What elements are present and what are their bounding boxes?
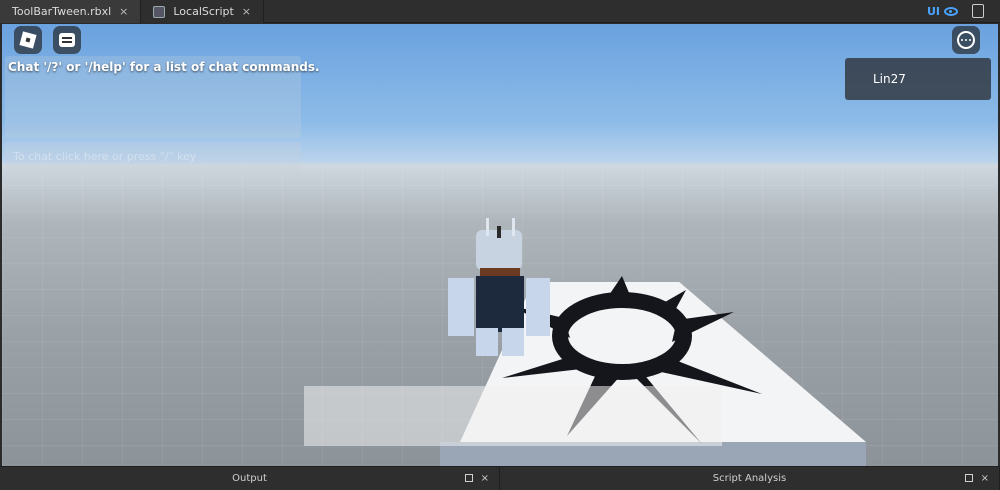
restore-icon[interactable] (964, 474, 973, 482)
close-icon[interactable]: × (242, 5, 251, 18)
tab-localscript[interactable]: LocalScript × (141, 0, 265, 23)
toolbar-frame (304, 386, 722, 446)
close-icon[interactable]: × (481, 473, 489, 484)
document-tab-bar: ToolBarTween.rbxl × LocalScript × UI (0, 0, 1000, 23)
chat-system-message: Chat '/?' or '/help' for a list of chat … (8, 60, 320, 74)
player-name: Lin27 (873, 72, 906, 86)
restore-icon[interactable] (464, 474, 473, 482)
tab-toolbartween[interactable]: ToolBarTween.rbxl × (0, 0, 142, 23)
eye-icon (944, 6, 958, 16)
script-icon (153, 5, 166, 18)
panel-title: Output (232, 473, 267, 484)
tab-label: LocalScript (173, 5, 234, 18)
chat-bubble-icon (59, 33, 75, 47)
device-emulator-icon[interactable] (972, 4, 984, 18)
output-panel-header[interactable]: Output × (0, 467, 500, 490)
ui-visibility-toggle[interactable]: UI (927, 5, 958, 18)
close-icon[interactable]: × (981, 473, 989, 484)
tab-label: ToolBarTween.rbxl (12, 5, 112, 18)
more-options-button[interactable] (952, 26, 980, 54)
player-avatar[interactable] (446, 216, 552, 356)
bottom-dock: Output × Script Analysis × (0, 466, 1000, 490)
panel-title: Script Analysis (712, 473, 787, 484)
close-icon[interactable]: × (119, 5, 128, 18)
roblox-logo-icon (19, 31, 37, 49)
chat-input[interactable]: To chat click here or press "/" key (5, 142, 301, 176)
tabbar-tools: UI (927, 0, 1000, 22)
player-list[interactable]: Lin27 (845, 58, 991, 100)
roblox-menu-button[interactable] (14, 26, 42, 54)
more-dots-icon (957, 31, 975, 49)
panel-tools: × (464, 473, 489, 484)
roblox-studio-window: ToolBarTween.rbxl × LocalScript × UI Cha… (0, 0, 1000, 490)
script-analysis-panel-header[interactable]: Script Analysis × (500, 467, 1000, 490)
chat-toggle-button[interactable] (53, 26, 81, 54)
panel-tools: × (964, 473, 989, 484)
ui-toggle-label: UI (926, 4, 940, 18)
game-viewport[interactable]: Chat '/?' or '/help' for a list of chat … (2, 24, 998, 466)
